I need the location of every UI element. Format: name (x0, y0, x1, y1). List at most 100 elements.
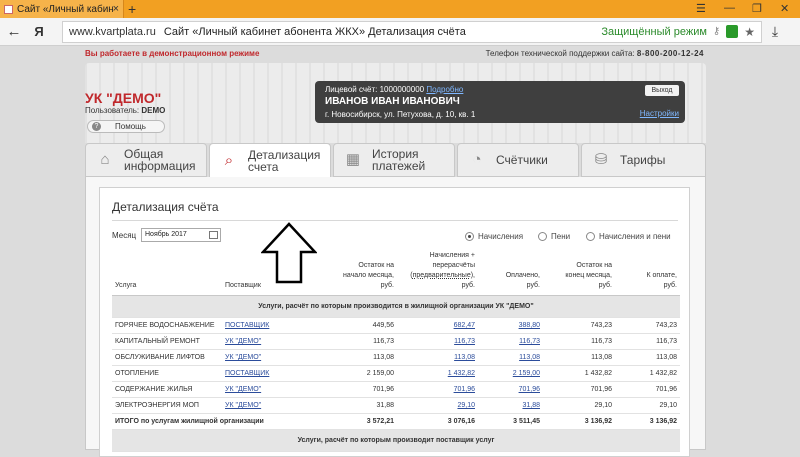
account-details-link[interactable]: Подробно (426, 85, 463, 94)
radio-accruals-button[interactable] (465, 232, 474, 241)
tab-tariffs[interactable]: ⛁ Тарифы (581, 143, 706, 177)
paid-link[interactable]: 2 159,00 (513, 370, 540, 377)
cell-topay: 29,10 (615, 397, 680, 414)
cell-supplier: ПОСТАВЩИК (222, 365, 322, 382)
cell-supplier: УК "ДЕМО" (222, 397, 322, 414)
window-menu-icon[interactable]: ☰ (696, 2, 706, 15)
radio-both-button[interactable] (586, 232, 595, 241)
month-label: Месяц (112, 231, 137, 240)
support-phone: Телефон технической поддержки сайта: 8-8… (486, 49, 704, 58)
close-window-icon[interactable]: ✕ (780, 2, 789, 15)
radio-penalties[interactable]: Пени (538, 232, 570, 241)
radio-both-label: Начисления и пени (599, 232, 671, 241)
supplier-link[interactable]: УК "ДЕМО" (225, 354, 261, 361)
section-title: Услуги, расчёт по которым производит пос… (112, 429, 680, 452)
total-topay: 3 136,92 (615, 413, 680, 430)
charges-link[interactable]: 701,96 (454, 386, 475, 393)
tab-general-info[interactable]: ⌂ Общая информация (85, 143, 207, 177)
cell-service: ЭЛЕКТРОЭНЕРГИЯ МОП (112, 397, 222, 414)
new-tab-icon[interactable]: + (128, 1, 136, 17)
bookmark-star-icon[interactable]: ★ (744, 25, 755, 39)
cell-charges: 116,73 (397, 333, 478, 350)
yandex-icon[interactable]: Я (28, 24, 50, 39)
paid-link[interactable]: 31,88 (522, 402, 540, 409)
total-row: ИТОГО по услугам жилищной организации 3 … (112, 413, 680, 430)
paid-link[interactable]: 113,08 (519, 354, 540, 361)
url-field[interactable]: www.kvartplata.ru Сайт «Личный кабинет а… (62, 20, 762, 43)
coins-icon: ⛁ (594, 151, 608, 168)
cell-topay: 113,08 (615, 349, 680, 366)
help-label: Помощь (115, 122, 146, 131)
tab-label: Общая информация (124, 147, 196, 173)
tab-label: Детализация счета (248, 148, 321, 174)
charges-link[interactable]: 682,47 (454, 322, 475, 329)
supplier-link[interactable]: ПОСТАВЩИК (225, 370, 269, 377)
paid-link[interactable]: 701,96 (519, 386, 540, 393)
restore-icon[interactable]: ❐ (752, 2, 762, 15)
secure-mode-label[interactable]: Защищённый режим (601, 26, 707, 38)
total-closing: 3 136,92 (543, 413, 615, 430)
favicon-icon (4, 4, 13, 14)
cell-paid: 113,08 (478, 349, 543, 366)
cell-opening: 701,96 (322, 381, 397, 398)
browser-tab[interactable]: Сайт «Личный кабинет а × (0, 0, 124, 18)
protect-shield-icon[interactable] (726, 25, 739, 38)
download-icon[interactable]: ⤓ (762, 23, 788, 40)
month-value: Ноябрь 2017 (145, 231, 187, 238)
radio-accruals[interactable]: Начисления (465, 232, 523, 241)
tab-account-details[interactable]: ⌕ Детализация счета (209, 143, 331, 179)
table-row: ОТОПЛЕНИЕ ПОСТАВЩИК 2 159,00 1 432,82 2 … (112, 365, 680, 382)
charges-link[interactable]: 29,10 (457, 402, 475, 409)
section-row: Услуги, расчёт по которым производит пос… (112, 429, 680, 452)
supplier-link[interactable]: УК "ДЕМО" (225, 338, 261, 345)
exit-button[interactable]: Выход (645, 85, 679, 96)
url-host: www.kvartplata.ru (69, 25, 156, 38)
cell-topay: 743,23 (615, 317, 680, 334)
paid-link[interactable]: 116,73 (519, 338, 540, 345)
account-panel: Лицевой счёт: 1000000000 Подробно ИВАНОВ… (315, 81, 685, 123)
radio-penalties-button[interactable] (538, 232, 547, 241)
total-charges: 3 076,16 (397, 413, 478, 430)
radio-both[interactable]: Начисления и пени (586, 232, 671, 241)
cell-service: ОТОПЛЕНИЕ (112, 365, 222, 382)
back-arrow-icon[interactable]: ← (0, 23, 28, 40)
cell-closing: 113,08 (543, 349, 615, 366)
table-row: ОБСЛУЖИВАНИЕ ЛИФТОВ УК "ДЕМО" 113,08 113… (112, 349, 680, 366)
content-panel: Детализация счёта Месяц Ноябрь 2017 Начи… (85, 177, 706, 457)
supplier-link[interactable]: УК "ДЕМО" (225, 402, 261, 409)
charges-link[interactable]: 116,73 (454, 338, 475, 345)
divider (112, 220, 678, 221)
cell-charges: 701,96 (397, 381, 478, 398)
calendar-icon: ▦ (345, 151, 361, 168)
paid-link[interactable]: 388,80 (519, 322, 540, 329)
charges-link[interactable]: 1 432,82 (448, 370, 475, 377)
question-icon: ? (92, 122, 101, 131)
cell-opening: 2 159,00 (322, 365, 397, 382)
supplier-link[interactable]: УК "ДЕМО" (225, 386, 261, 393)
cell-service: КАПИТАЛЬНЫЙ РЕМОНТ (112, 333, 222, 350)
month-picker[interactable]: Ноябрь 2017 (141, 228, 221, 242)
header-closing: Остаток на конец месяца, руб. (543, 250, 615, 296)
charges-link[interactable]: 113,08 (454, 354, 475, 361)
up-arrow-annotation (261, 222, 317, 284)
cell-closing: 29,10 (543, 397, 615, 414)
supplier-link[interactable]: ПОСТАВЩИК (225, 322, 269, 329)
help-button[interactable]: ? Помощь (87, 120, 165, 133)
cell-paid: 31,88 (478, 397, 543, 414)
cell-opening: 31,88 (322, 397, 397, 414)
url-page-title: Сайт «Личный кабинет абонента ЖКХ» Детал… (163, 25, 466, 38)
close-tab-icon[interactable]: × (113, 3, 119, 15)
header-paid: Оплачено, руб. (478, 250, 543, 296)
tab-meters[interactable]: ◔ Счётчики (457, 143, 579, 177)
settings-link[interactable]: Настройки (640, 109, 679, 118)
cell-closing: 701,96 (543, 381, 615, 398)
nav-tabs: ⌂ Общая информация ⌕ Детализация счета ▦ И… (85, 143, 706, 179)
minimize-icon[interactable]: — (724, 2, 735, 14)
key-icon[interactable]: ⚷ (713, 26, 720, 37)
details-card: Детализация счёта Месяц Ноябрь 2017 Начи… (99, 187, 690, 457)
cell-closing: 1 432,82 (543, 365, 615, 382)
calendar-picker-icon[interactable] (209, 231, 218, 239)
cell-opening: 449,56 (322, 317, 397, 334)
cell-topay: 1 432,82 (615, 365, 680, 382)
tab-payment-history[interactable]: ▦ История платежей (333, 143, 455, 177)
